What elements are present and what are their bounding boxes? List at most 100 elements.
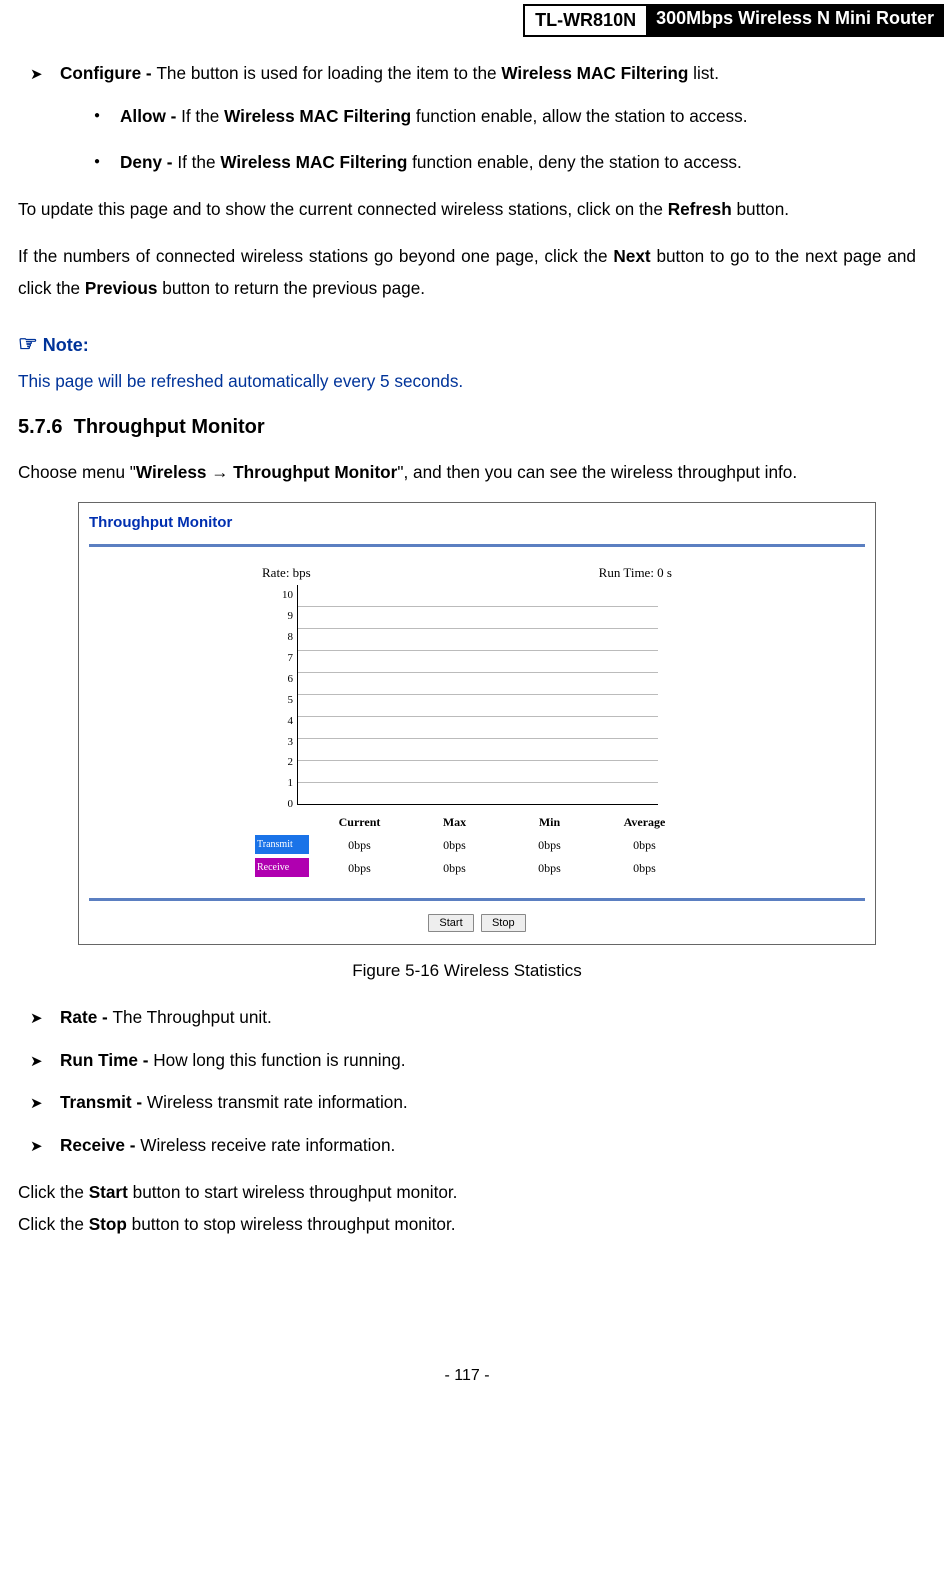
def-rate: Rate - The Throughput unit. [40,1001,916,1034]
note-label: Note: [43,335,89,355]
def-receive-label: Receive - [60,1135,140,1155]
configure-label: Configure - [60,63,156,83]
rate-label: Rate: bps [262,561,311,586]
update-para: To update this page and to show the curr… [18,193,916,226]
figure-divider-bottom [89,898,865,901]
chart-top-row: Rate: bps Run Time: 0 s [252,561,702,586]
deny-label: Deny - [120,152,177,172]
stop-b1: Stop [89,1214,127,1234]
allow-item: Allow - If the Wireless MAC Filtering fu… [100,100,916,133]
section-title: Throughput Monitor [74,416,265,438]
update-t1: To update this page and to show the curr… [18,199,668,219]
paging-b2: Previous [85,278,158,298]
configure-text2: list. [688,63,719,83]
paging-b1: Next [613,246,650,266]
y-tick: 3 [288,732,294,753]
chart-grid [297,585,658,805]
y-tick: 1 [288,773,294,794]
stats-value: 0bps [407,857,502,880]
stats-value: 0bps [502,857,597,880]
stats-value: 0bps [597,834,692,857]
paging-para: If the numbers of connected wireless sta… [18,240,916,305]
y-tick: 8 [288,627,294,648]
stop-button[interactable]: Stop [481,914,526,932]
allow-text1: If the [181,106,224,126]
header-model: TL-WR810N [523,4,646,37]
stats-header-row: Current Max Min Average [252,811,702,834]
configure-sublist: Allow - If the Wireless MAC Filtering fu… [60,100,916,179]
allow-label: Allow - [120,106,181,126]
pointing-hand-icon: ☞ [18,331,38,356]
deny-item: Deny - If the Wireless MAC Filtering fun… [100,146,916,179]
note-header: ☞ Note: [18,323,916,365]
y-tick: 9 [288,606,294,627]
stop-t1: Click the [18,1214,89,1234]
transmit-tag: Transmit [252,834,312,857]
stats-value: 0bps [312,834,407,857]
start-t1: Click the [18,1182,89,1202]
update-t2: button. [732,199,789,219]
stats-value: 0bps [597,857,692,880]
stats-value: 0bps [312,857,407,880]
stats-header: Max [407,811,502,834]
throughput-figure: Throughput Monitor Rate: bps Run Time: 0… [78,502,876,944]
paging-t3: button to return the previous page. [157,278,425,298]
transmit-chip: Transmit [255,835,309,854]
stats-header: Current [312,811,407,834]
stop-t2: button to stop wireless throughput monit… [127,1214,456,1234]
allow-bold1: Wireless MAC Filtering [224,106,411,126]
def-rate-label: Rate - [60,1007,113,1027]
receive-chip: Receive [255,858,309,877]
page-content: Configure - The button is used for loadi… [0,39,944,1411]
stats-header: Average [597,811,692,834]
y-tick: 2 [288,752,294,773]
figure-title: Throughput Monitor [89,509,865,538]
configure-text1: The button is used for loading the item … [156,63,501,83]
configure-list: Configure - The button is used for loadi… [18,57,916,179]
stats-value: 0bps [502,834,597,857]
runtime-label: Run Time: 0 s [599,561,672,586]
deny-text1: If the [177,152,220,172]
stats-empty-cell [252,811,312,834]
cm-b1: Wireless → Throughput Monitor [136,462,397,482]
stats-table: Current Max Min Average Transmit 0bps 0b… [252,811,702,879]
definitions-list: Rate - The Throughput unit. Run Time - H… [18,1001,916,1162]
note-body: This page will be refreshed automaticall… [18,365,916,398]
def-transmit-text: Wireless transmit rate information. [147,1092,408,1112]
figure-caption: Figure 5-16 Wireless Statistics [18,955,916,987]
paging-t1: If the numbers of connected wireless sta… [18,246,613,266]
start-para: Click the Start button to start wireless… [18,1176,916,1209]
configure-bold1: Wireless MAC Filtering [501,63,688,83]
y-tick: 4 [288,711,294,732]
def-runtime: Run Time - How long this function is run… [40,1044,916,1077]
start-button[interactable]: Start [428,914,473,932]
stats-transmit-row: Transmit 0bps 0bps 0bps 0bps [252,834,702,857]
def-transmit-label: Transmit - [60,1092,147,1112]
stats-value: 0bps [407,834,502,857]
y-tick: 7 [288,648,294,669]
chart-area: Rate: bps Run Time: 0 s 10 9 8 7 6 5 4 3… [252,561,702,880]
x-axis [298,804,658,805]
def-runtime-text: How long this function is running. [153,1050,405,1070]
section-heading: 5.7.6 Throughput Monitor [18,408,916,446]
def-receive-text: Wireless receive rate information. [140,1135,395,1155]
chart-grid-outer: 10 9 8 7 6 5 4 3 2 1 0 [252,585,702,805]
choose-menu-para: Choose menu "Wireless → Throughput Monit… [18,456,916,489]
figure-divider [89,544,865,547]
y-axis-ticks: 10 9 8 7 6 5 4 3 2 1 0 [282,585,297,805]
receive-tag: Receive [252,857,312,880]
def-runtime-label: Run Time - [60,1050,153,1070]
def-transmit: Transmit - Wireless transmit rate inform… [40,1086,916,1119]
start-t2: button to start wireless throughput moni… [128,1182,458,1202]
start-b1: Start [89,1182,128,1202]
section-num: 5.7.6 [18,416,62,438]
header-bar: TL-WR810N 300Mbps Wireless N Mini Router [0,4,944,39]
stats-receive-row: Receive 0bps 0bps 0bps 0bps [252,857,702,880]
y-tick: 5 [288,690,294,711]
update-b1: Refresh [668,199,732,219]
def-rate-text: The Throughput unit. [113,1007,272,1027]
page-number: - 117 - [18,1361,916,1411]
deny-bold1: Wireless MAC Filtering [220,152,407,172]
header-product: 300Mbps Wireless N Mini Router [646,4,944,37]
y-tick: 6 [288,669,294,690]
